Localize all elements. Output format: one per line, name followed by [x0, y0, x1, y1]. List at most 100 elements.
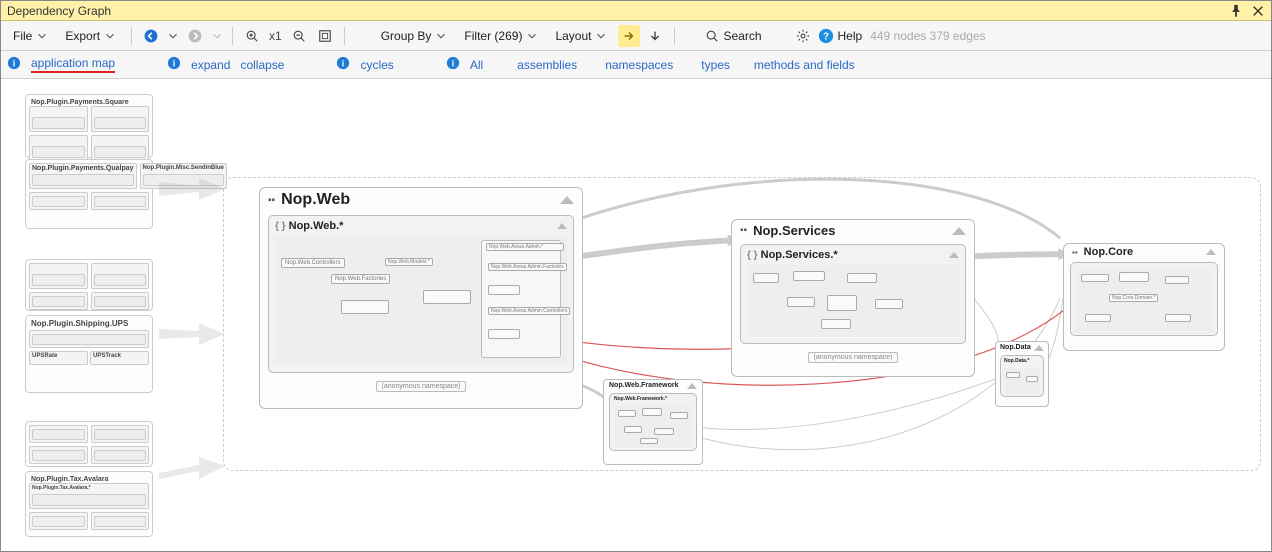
back-button[interactable] — [140, 25, 162, 47]
expand-link[interactable]: expand — [191, 58, 230, 72]
info-icon: i — [7, 56, 21, 73]
back-dropdown[interactable] — [166, 25, 180, 47]
namespace-nop-data[interactable]: Nop.Data.* — [1000, 355, 1044, 397]
layout-label: Layout — [555, 29, 591, 43]
plugin-thumb-2[interactable]: Nop.Plugin.Payments.Qualpay Nop.Plugin.M… — [25, 159, 153, 229]
collapse-icon[interactable] — [1034, 345, 1044, 351]
plugin-thumb-4[interactable] — [25, 421, 153, 467]
chip-blank[interactable] — [753, 273, 779, 283]
help-button[interactable]: ? Help — [818, 28, 863, 44]
plugin-avalara[interactable]: Nop.Plugin.Tax.Avalara Nop.Plugin.Tax.Av… — [25, 471, 153, 537]
chip[interactable]: Nop.Web.Areas.Admin.Factories — [488, 263, 567, 271]
chip-blank[interactable] — [618, 410, 636, 417]
chip[interactable]: Nop.Web.Factories — [331, 274, 390, 284]
chip-blank[interactable] — [654, 428, 674, 435]
forward-dropdown[interactable] — [210, 25, 224, 47]
types-link[interactable]: types — [701, 58, 730, 72]
chip-blank[interactable] — [821, 319, 851, 329]
chip-blank[interactable] — [1026, 376, 1038, 382]
chip[interactable]: Nop.Web.Models.* — [385, 258, 433, 266]
chip-blank[interactable] — [640, 438, 658, 444]
close-icon[interactable] — [1251, 4, 1265, 18]
methods-fields-link[interactable]: methods and fields — [754, 58, 855, 72]
separator — [344, 27, 345, 45]
chip-blank[interactable] — [624, 426, 642, 433]
forward-button[interactable] — [184, 25, 206, 47]
collapse-icon[interactable] — [952, 227, 966, 235]
plugin-ups[interactable]: Nop.Plugin.Shipping.UPS UPSRate UPSTrack — [25, 315, 153, 393]
chip-blank[interactable] — [875, 299, 903, 309]
groupby-menu[interactable]: Group By — [375, 27, 455, 45]
collapse-icon[interactable] — [1206, 249, 1216, 255]
toolbar: File Export x1 Group By Filter (269) Lay… — [1, 21, 1271, 51]
collapse-link[interactable]: collapse — [240, 58, 284, 72]
namespace-nop-web-framework[interactable]: Nop.Web.Framework.* — [609, 393, 697, 451]
plugin-thumb-1[interactable]: Nop.Plugin.Payments.Square — [25, 94, 153, 158]
node-nop-web[interactable]: ▪▪ Nop.Web { } Nop.Web.* Nop.Web.Control… — [259, 187, 583, 409]
chip-blank[interactable] — [847, 273, 877, 283]
namespace-nop-services[interactable]: { } Nop.Services.* — [740, 244, 966, 344]
chevron-down-icon — [166, 29, 180, 43]
chip-blank[interactable] — [827, 295, 857, 311]
chip-blank[interactable] — [1165, 276, 1189, 284]
file-menu[interactable]: File — [7, 27, 55, 45]
plugin-thumb-3[interactable] — [25, 259, 153, 311]
zoom-in-button[interactable] — [241, 25, 263, 47]
chip[interactable]: Nop.Core.Domain.* — [1109, 294, 1158, 302]
chip-blank[interactable] — [423, 290, 471, 304]
node-nop-services[interactable]: ▪▪ Nop.Services { } Nop.Services.* (anon… — [731, 219, 975, 377]
chip[interactable]: Nop.Web.Areas.Admin.* — [486, 243, 564, 251]
collapse-icon[interactable] — [560, 196, 574, 204]
node-title: Nop.Web — [281, 191, 350, 209]
export-menu-label: Export — [65, 29, 100, 43]
chip-blank[interactable] — [488, 285, 520, 295]
help-label: Help — [838, 29, 863, 43]
chip-blank[interactable] — [1081, 274, 1109, 282]
zoom-out-button[interactable] — [288, 25, 310, 47]
ns-label: Nop.Web.* — [289, 220, 344, 232]
node-nop-data[interactable]: Nop.Data Nop.Data.* — [995, 341, 1049, 407]
cycles-link[interactable]: cycles — [360, 58, 393, 72]
namespaces-link[interactable]: namespaces — [605, 58, 673, 72]
chip-blank[interactable] — [787, 297, 815, 307]
chip[interactable]: Nop.Web.Controllers — [281, 258, 345, 268]
layout-horizontal-button[interactable] — [618, 25, 640, 47]
node-nop-core[interactable]: ▪▪ Nop.Core Nop.Core.Domain.* — [1063, 243, 1225, 351]
application-map-link[interactable]: application map — [31, 56, 115, 73]
chip[interactable]: Nop.Web.Areas.Admin.Controllers — [488, 307, 570, 315]
chip-blank[interactable] — [1006, 372, 1020, 378]
chip-blank[interactable] — [1085, 314, 1111, 322]
window-title: Dependency Graph — [7, 4, 1229, 18]
gear-icon — [796, 29, 810, 43]
chip-blank[interactable] — [670, 412, 688, 419]
node-nop-web-framework[interactable]: Nop.Web.Framework Nop.Web.Framework.* — [603, 379, 703, 465]
anon-namespace[interactable]: (anonymous namespace) — [376, 381, 466, 392]
all-link[interactable]: All — [470, 58, 483, 72]
svg-text:i: i — [13, 59, 15, 69]
settings-button[interactable] — [792, 25, 814, 47]
collapse-icon[interactable] — [557, 223, 567, 229]
assemblies-link[interactable]: assemblies — [517, 58, 577, 72]
graph-canvas[interactable]: Nop.Plugin.Payments.Square Nop.Plugin.Pa… — [1, 79, 1271, 551]
collapse-icon[interactable] — [949, 252, 959, 258]
fit-to-screen-button[interactable] — [314, 25, 336, 47]
pin-icon[interactable] — [1229, 4, 1243, 18]
namespace-nop-core[interactable]: Nop.Core.Domain.* — [1070, 262, 1218, 336]
chip-blank[interactable] — [793, 271, 825, 281]
layout-menu[interactable]: Layout — [549, 27, 614, 45]
toolbar-links: i application map i expand collapse i cy… — [1, 51, 1271, 79]
chevron-down-icon — [210, 29, 224, 43]
chip-blank[interactable] — [341, 300, 389, 314]
chip-blank[interactable] — [488, 329, 520, 339]
chip-blank[interactable] — [1165, 314, 1191, 322]
layout-vertical-button[interactable] — [644, 25, 666, 47]
chip-blank[interactable] — [1119, 272, 1149, 282]
filter-menu[interactable]: Filter (269) — [458, 27, 545, 45]
namespace-nop-web[interactable]: { } Nop.Web.* Nop.Web.Controllers Nop.We… — [268, 215, 574, 373]
titlebar: Dependency Graph — [1, 1, 1271, 21]
anon-namespace[interactable]: (anonymous namespace) — [808, 352, 898, 363]
search-button[interactable]: Search — [705, 29, 761, 43]
collapse-icon[interactable] — [687, 383, 697, 389]
export-menu[interactable]: Export — [59, 27, 123, 45]
chip-blank[interactable] — [642, 408, 662, 416]
